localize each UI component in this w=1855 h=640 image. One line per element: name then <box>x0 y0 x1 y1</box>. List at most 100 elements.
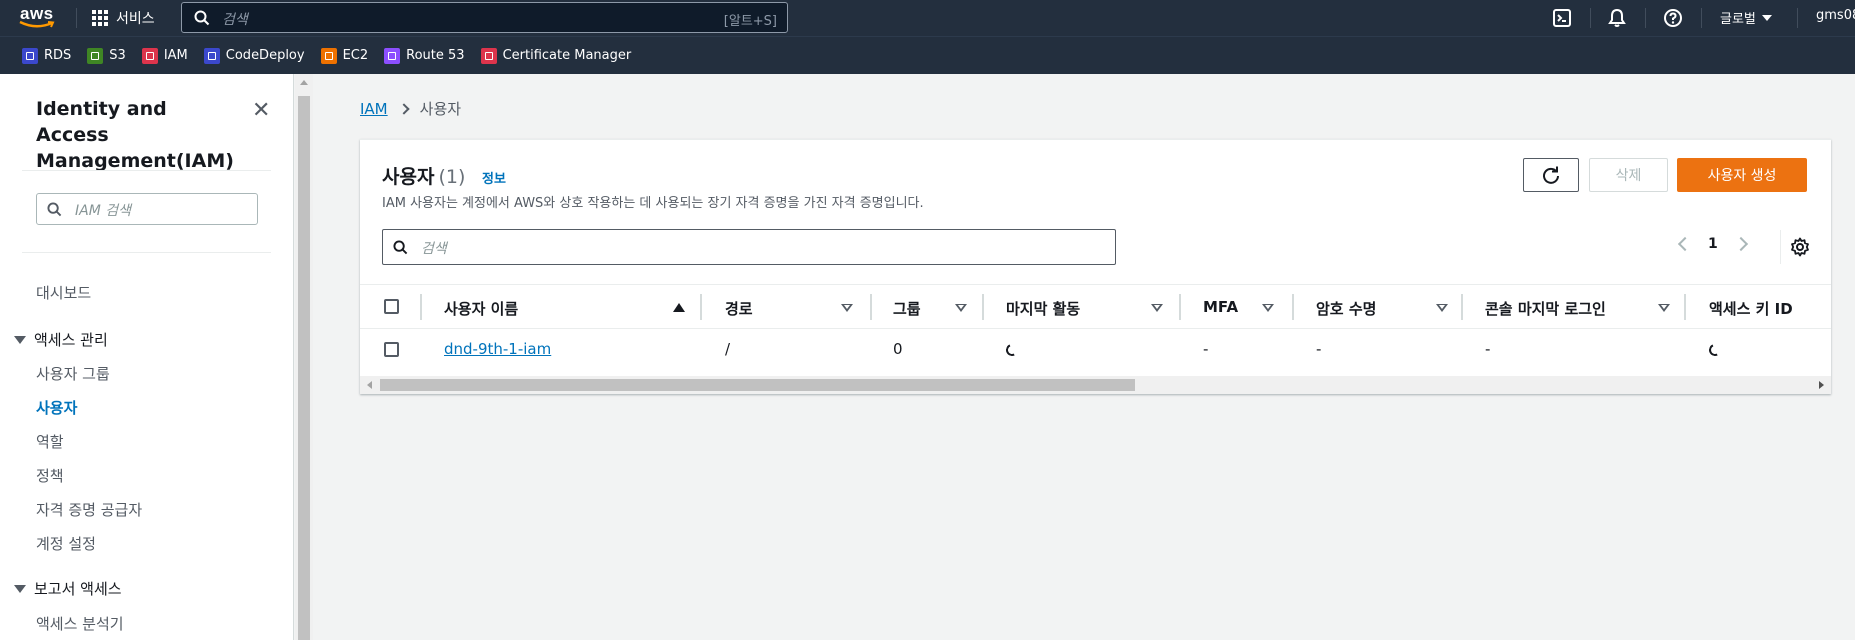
close-icon[interactable]: ✕ <box>252 100 270 122</box>
column-header-last-activity[interactable]: 마지막 활동 <box>1006 298 1080 319</box>
column-divider <box>420 294 422 320</box>
sidebar-item-identity-providers[interactable]: 자격 증명 공급자 <box>36 499 142 520</box>
iam-search-input[interactable]: IAM 검색 <box>36 193 258 225</box>
service-icon <box>141 47 158 64</box>
select-all-checkbox[interactable] <box>384 299 399 314</box>
column-header-user-name[interactable]: 사용자 이름 <box>444 298 518 319</box>
gear-icon[interactable] <box>1790 237 1810 257</box>
table-header: 사용자 이름 경로 그룹 마지막 활동 MFA 암호 수명 콘솔 마지막 로그인… <box>360 284 1831 329</box>
table-horizontal-scrollbar[interactable] <box>360 376 1831 394</box>
row-checkbox[interactable] <box>384 342 399 357</box>
column-header-console-last-signin[interactable]: 콘솔 마지막 로그인 <box>1485 298 1606 319</box>
sidebar-item-account-settings[interactable]: 계정 설정 <box>36 533 96 554</box>
aws-smile-icon <box>19 20 55 28</box>
global-search-input[interactable]: 검색 [알트+S] <box>181 2 788 33</box>
bell-icon[interactable] <box>1607 8 1627 28</box>
current-page[interactable]: 1 <box>1708 236 1718 252</box>
column-divider <box>870 294 872 320</box>
sort-icon[interactable] <box>1262 304 1274 312</box>
info-link[interactable]: 정보 <box>482 168 506 187</box>
panel-title: 사용자 (1) <box>382 162 465 189</box>
favorite-iam[interactable]: IAM <box>141 47 188 64</box>
services-menu-button[interactable]: 서비스 <box>92 6 155 30</box>
sidebar-item-roles[interactable]: 역할 <box>36 431 64 452</box>
column-divider <box>1684 294 1686 320</box>
delete-button[interactable]: 삭제 <box>1589 158 1668 192</box>
refresh-button[interactable] <box>1523 158 1579 192</box>
favorite-s3[interactable]: S3 <box>87 47 126 64</box>
panel-title-text: 사용자 <box>382 166 435 188</box>
search-placeholder: 검색 <box>222 12 248 28</box>
chevron-right-icon[interactable] <box>1733 236 1748 252</box>
help-icon[interactable] <box>1663 8 1683 28</box>
user-name-link[interactable]: dnd-9th-1-iam <box>444 340 551 358</box>
aws-logo[interactable]: aws <box>18 4 58 30</box>
favorite-route-53[interactable]: Route 53 <box>384 47 465 64</box>
nav-divider <box>1701 8 1702 28</box>
sidebar-item-access-analyzer[interactable]: 액세스 분석기 <box>36 613 124 634</box>
scroll-left-arrow[interactable] <box>367 381 372 389</box>
sidebar-item-users[interactable]: 사용자 <box>36 397 77 418</box>
sidebar-section-access-management[interactable]: 액세스 관리 <box>14 329 108 350</box>
column-divider <box>700 294 702 320</box>
breadcrumb-current: 사용자 <box>419 100 462 118</box>
user-password-age: - <box>1316 340 1322 358</box>
table-row: dnd-9th-1-iam / 0 - - - <box>360 329 1831 370</box>
users-panel: 사용자 (1) 정보 IAM 사용자는 계정에서 AWS와 상호 작용하는 데 사… <box>360 139 1831 394</box>
favorite-certificate-manager[interactable]: Certificate Manager <box>480 47 631 64</box>
cloudshell-icon[interactable] <box>1552 8 1572 28</box>
sort-icon[interactable] <box>955 304 967 312</box>
user-path: / <box>725 340 731 358</box>
sidebar-item-user-groups[interactable]: 사용자 그룹 <box>36 363 110 384</box>
favorite-codedeploy[interactable]: CodeDeploy <box>203 47 305 64</box>
iam-search-placeholder: IAM 검색 <box>75 203 131 219</box>
scrollbar-thumb[interactable] <box>298 96 310 640</box>
sort-icon[interactable] <box>1436 304 1448 312</box>
breadcrumb-link-iam[interactable]: IAM <box>360 100 388 118</box>
create-user-button[interactable]: 사용자 생성 <box>1677 158 1807 192</box>
sidebar-item-dashboard[interactable]: 대시보드 <box>36 282 91 303</box>
account-menu[interactable]: gms08 <box>1816 8 1855 23</box>
column-header-mfa[interactable]: MFA <box>1203 298 1238 316</box>
column-divider <box>982 294 984 320</box>
user-search-placeholder: 검색 <box>421 241 447 257</box>
chevron-left-icon[interactable] <box>1677 236 1693 252</box>
column-header-path[interactable]: 경로 <box>725 298 753 319</box>
scrollbar-thumb[interactable] <box>380 379 1135 391</box>
column-divider <box>1179 294 1181 320</box>
column-header-groups[interactable]: 그룹 <box>893 298 921 319</box>
caret-down-icon <box>1761 14 1772 21</box>
user-search-input[interactable]: 검색 <box>382 229 1116 265</box>
sort-ascending-icon[interactable] <box>673 303 685 312</box>
sort-icon[interactable] <box>841 304 853 312</box>
search-icon <box>47 202 62 217</box>
scroll-right-arrow[interactable] <box>1819 381 1824 389</box>
favorite-ec2[interactable]: EC2 <box>320 47 368 64</box>
caret-down-icon <box>14 584 26 593</box>
sidebar-section-access-reports[interactable]: 보고서 액세스 <box>14 578 122 599</box>
sort-icon[interactable] <box>1658 304 1670 312</box>
nav-divider <box>1645 8 1646 28</box>
scroll-up-arrow[interactable] <box>300 80 308 85</box>
panel-description: IAM 사용자는 계정에서 AWS와 상호 작용하는 데 사용되는 장기 자격 … <box>382 196 924 211</box>
pager-divider <box>1780 230 1781 264</box>
section-label: 액세스 관리 <box>34 331 108 349</box>
user-mfa: - <box>1203 340 1209 358</box>
favorites-bar: RDS S3 IAM CodeDeploy EC2 Route 53 Certificate… <box>0 36 1855 74</box>
sidebar-item-policies[interactable]: 정책 <box>36 465 64 486</box>
region-label: 글로벌 <box>1720 12 1756 27</box>
region-selector[interactable]: 글로벌 <box>1720 8 1772 27</box>
sort-icon[interactable] <box>1151 304 1163 312</box>
service-icon <box>87 47 104 64</box>
sidebar-scrollbar[interactable] <box>295 74 313 640</box>
favorite-rds[interactable]: RDS <box>22 47 72 64</box>
column-header-password-age[interactable]: 암호 수명 <box>1316 298 1376 319</box>
service-icon <box>320 47 337 64</box>
sidebar-divider <box>22 170 271 171</box>
favorite-label: S3 <box>109 48 126 63</box>
favorite-label: RDS <box>44 48 72 63</box>
services-grid-icon <box>92 10 108 26</box>
sidebar-title[interactable]: Identity and Access Management(IAM) <box>36 96 246 174</box>
column-header-access-key-id[interactable]: 액세스 키 ID <box>1709 298 1793 319</box>
services-label: 서비스 <box>116 11 155 27</box>
